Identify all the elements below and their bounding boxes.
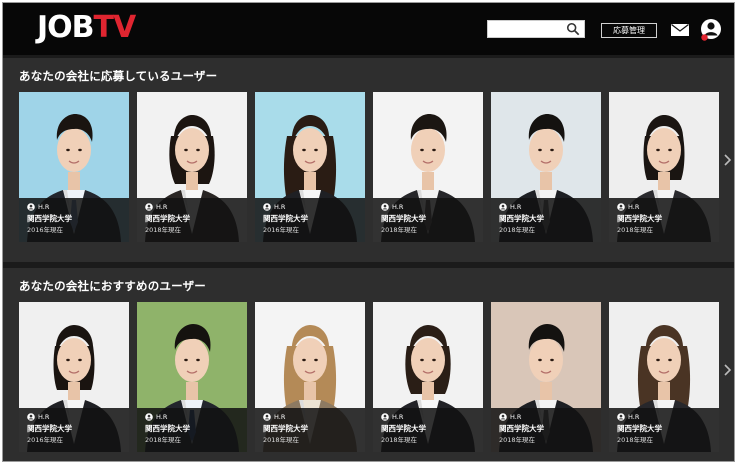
user-initials: H.R	[38, 413, 50, 421]
user-initials: H.R	[510, 413, 522, 421]
user-university: 関西学院大学	[145, 424, 190, 433]
user-university: 関西学院大学	[381, 214, 426, 223]
user-info-overlay: H.R 関西学院大学 2018年現在	[255, 408, 365, 452]
user-card[interactable]: H.R 関西学院大学 2018年現在	[373, 302, 483, 452]
person-icon	[263, 203, 271, 211]
user-initials: H.R	[274, 203, 286, 211]
search-icon[interactable]	[566, 22, 580, 36]
user-card[interactable]: H.R 関西学院大学 2018年現在	[137, 92, 247, 242]
user-card-list: H.R 関西学院大学 2016年現在 H.R 関西学院大学 2018年現在 H.…	[19, 92, 719, 242]
user-info-overlay: H.R 関西学院大学 2018年現在	[491, 198, 601, 242]
person-icon	[381, 203, 389, 211]
person-icon	[499, 203, 507, 211]
top-header: JOBTV 応募管理	[3, 3, 734, 55]
user-university: 関西学院大学	[27, 424, 72, 433]
user-initials: H.R	[274, 413, 286, 421]
app-frame: JOBTV 応募管理 あなたの会社に応募しているユーザー H.R 関西学院大学 …	[2, 2, 735, 462]
person-icon	[617, 413, 625, 421]
user-year: 2018年現在	[263, 436, 300, 444]
user-initials: H.R	[392, 203, 404, 211]
user-info-overlay: H.R 関西学院大学 2016年現在	[255, 198, 365, 242]
user-year: 2018年現在	[145, 436, 182, 444]
user-info-overlay: H.R 関西学院大学 2016年現在	[19, 198, 129, 242]
person-icon	[499, 413, 507, 421]
user-year: 2018年現在	[381, 436, 418, 444]
user-university: 関西学院大学	[145, 214, 190, 223]
user-card[interactable]: H.R 関西学院大学 2018年現在	[609, 302, 719, 452]
application-management-button[interactable]: 応募管理	[601, 23, 657, 38]
section-title: あなたの会社におすすめのユーザー	[19, 279, 206, 293]
person-icon	[263, 413, 271, 421]
user-initials: H.R	[38, 203, 50, 211]
chevron-right-icon[interactable]	[722, 153, 732, 167]
chevron-right-icon[interactable]	[722, 363, 732, 377]
user-year: 2018年現在	[617, 226, 654, 234]
user-university: 関西学院大学	[263, 424, 308, 433]
user-university: 関西学院大学	[499, 424, 544, 433]
user-initials: H.R	[156, 203, 168, 211]
user-initials: H.R	[628, 413, 640, 421]
user-card[interactable]: H.R 関西学院大学 2018年現在	[491, 92, 601, 242]
user-card[interactable]: H.R 関西学院大学 2016年現在	[19, 302, 129, 452]
logo-part-tv: TV	[93, 10, 137, 45]
user-initials: H.R	[628, 203, 640, 211]
user-university: 関西学院大学	[263, 214, 308, 223]
user-university: 関西学院大学	[27, 214, 72, 223]
user-card[interactable]: H.R 関西学院大学 2018年現在	[609, 92, 719, 242]
person-icon	[27, 203, 35, 211]
user-info-overlay: H.R 関西学院大学 2018年現在	[609, 408, 719, 452]
user-card[interactable]: H.R 関西学院大学 2018年現在	[137, 302, 247, 452]
user-info-overlay: H.R 関西学院大学 2018年現在	[373, 408, 483, 452]
user-card[interactable]: H.R 関西学院大学 2018年現在	[255, 302, 365, 452]
user-card[interactable]: H.R 関西学院大学 2016年現在	[255, 92, 365, 242]
user-initials: H.R	[156, 413, 168, 421]
user-year: 2016年現在	[27, 226, 64, 234]
user-info-overlay: H.R 関西学院大学 2018年現在	[609, 198, 719, 242]
mail-icon[interactable]	[671, 24, 689, 36]
user-year: 2016年現在	[27, 436, 64, 444]
user-year: 2018年現在	[499, 436, 536, 444]
user-info-overlay: H.R 関西学院大学 2018年現在	[137, 408, 247, 452]
user-card-list: H.R 関西学院大学 2016年現在 H.R 関西学院大学 2018年現在 H.…	[19, 302, 719, 452]
user-initials: H.R	[510, 203, 522, 211]
user-year: 2018年現在	[145, 226, 182, 234]
search-input[interactable]	[487, 20, 585, 38]
section-title: あなたの会社に応募しているユーザー	[19, 69, 218, 83]
logo-part-job: JOB	[37, 10, 95, 45]
user-info-overlay: H.R 関西学院大学 2016年現在	[19, 408, 129, 452]
user-university: 関西学院大学	[617, 424, 662, 433]
user-info-overlay: H.R 関西学院大学 2018年現在	[137, 198, 247, 242]
person-icon	[381, 413, 389, 421]
user-year: 2016年現在	[263, 226, 300, 234]
applied-users-section: あなたの会社に応募しているユーザー H.R 関西学院大学 2016年現在 H.R…	[3, 58, 734, 262]
person-icon	[27, 413, 35, 421]
person-icon	[145, 413, 153, 421]
user-card[interactable]: H.R 関西学院大学 2018年現在	[491, 302, 601, 452]
user-card[interactable]: H.R 関西学院大学 2016年現在	[19, 92, 129, 242]
user-account-icon[interactable]	[700, 18, 722, 42]
recommended-users-section: あなたの会社におすすめのユーザー H.R 関西学院大学 2016年現在 H.R …	[3, 268, 734, 461]
jobtv-logo[interactable]: JOBTV	[37, 9, 137, 47]
user-university: 関西学院大学	[499, 214, 544, 223]
user-initials: H.R	[392, 413, 404, 421]
user-year: 2018年現在	[499, 226, 536, 234]
user-university: 関西学院大学	[617, 214, 662, 223]
user-year: 2018年現在	[381, 226, 418, 234]
user-year: 2018年現在	[617, 436, 654, 444]
user-university: 関西学院大学	[381, 424, 426, 433]
person-icon	[145, 203, 153, 211]
user-card[interactable]: H.R 関西学院大学 2018年現在	[373, 92, 483, 242]
user-info-overlay: H.R 関西学院大学 2018年現在	[373, 198, 483, 242]
person-icon	[617, 203, 625, 211]
user-info-overlay: H.R 関西学院大学 2018年現在	[491, 408, 601, 452]
